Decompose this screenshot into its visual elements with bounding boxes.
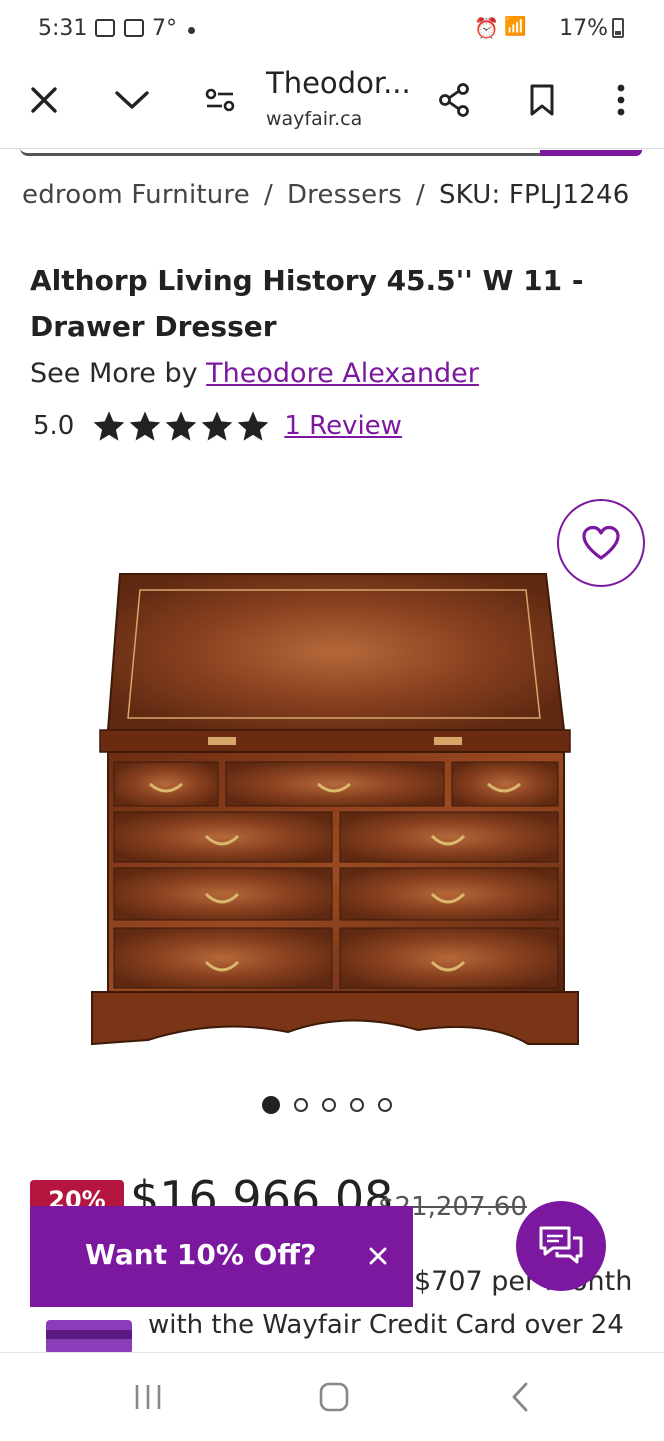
share-icon (439, 83, 469, 117)
back-button[interactable] (470, 1353, 570, 1441)
gallery-dot[interactable] (350, 1098, 364, 1112)
heart-icon (582, 525, 620, 560)
minimize-button[interactable] (102, 60, 162, 140)
bookmark-button[interactable] (512, 60, 572, 140)
see-more-by: See More by Theodore Alexander (30, 358, 479, 389)
recents-icon (135, 1385, 161, 1409)
search-button-edge (540, 150, 642, 156)
status-time: 5:31 (38, 16, 88, 41)
star-icon (94, 411, 125, 441)
share-button[interactable] (424, 60, 484, 140)
home-button[interactable] (284, 1353, 384, 1441)
more-icon (617, 84, 625, 116)
rating-value: 5.0 (33, 411, 75, 441)
star-icon (202, 411, 233, 441)
star-icon (238, 411, 269, 441)
close-tab-button[interactable] (14, 60, 74, 140)
alarm-icon: ⏰ (474, 16, 499, 40)
breadcrumb-separator: / (263, 180, 273, 210)
site-settings-button[interactable] (190, 60, 250, 140)
recents-button[interactable] (98, 1353, 198, 1441)
page-title: Theodor... (266, 66, 411, 100)
wifi-icon: 📶 (504, 16, 527, 37)
star-icon (130, 411, 161, 441)
breadcrumb-separator: / (416, 180, 425, 210)
gallery-dot[interactable] (294, 1098, 308, 1112)
browser-toolbar: Theodor... wayfair.ca (0, 60, 664, 149)
gallery-dot[interactable] (378, 1098, 392, 1112)
gallery-dot[interactable] (322, 1098, 336, 1112)
more-options-button[interactable] (591, 60, 651, 140)
battery-icon (612, 18, 624, 38)
calendar-notification-icon (124, 19, 144, 37)
rating-row: 5.0 1 Review (33, 410, 402, 442)
close-icon (31, 87, 57, 113)
breadcrumb-bedroom-furniture[interactable]: edroom Furniture (22, 180, 250, 210)
back-icon (512, 1382, 528, 1412)
see-more-prefix: See More by (30, 358, 198, 389)
status-bar: 5:31 7° ⏰ 📶 17% (0, 0, 664, 60)
gallery-dot[interactable] (262, 1096, 280, 1114)
more-notifications-dot (188, 27, 195, 34)
product-title: Althorp Living History 45.5'' W 11 - Dra… (30, 264, 584, 343)
breadcrumb: edroom Furniture / Dressers / SKU: FPLJ1246 (22, 180, 629, 210)
credit-card-text: with the Wayfair Credit Card over 24 (148, 1310, 624, 1340)
product-image[interactable] (88, 570, 582, 1048)
gallery-pagination (262, 1096, 392, 1114)
chat-icon (539, 1226, 583, 1264)
brand-link[interactable]: Theodore Alexander (206, 358, 479, 389)
reviews-link[interactable]: 1 Review (284, 411, 402, 441)
page-url[interactable]: wayfair.ca (266, 108, 362, 130)
system-nav-bar (0, 1352, 664, 1441)
star-rating (92, 410, 270, 442)
chevron-down-icon (115, 91, 149, 109)
sale-price: $16,966.08 (130, 1171, 394, 1208)
promo-banner-text[interactable]: Want 10% Off? (85, 1238, 316, 1271)
breadcrumb-sku: SKU: FPLJ1246 (438, 180, 630, 210)
promo-close-button[interactable] (364, 1242, 392, 1270)
status-temperature: 7° (152, 16, 177, 41)
chat-button[interactable] (516, 1201, 606, 1291)
home-icon (319, 1382, 349, 1412)
breadcrumb-dressers[interactable]: Dressers (287, 180, 402, 210)
tune-icon (205, 88, 235, 112)
star-icon (166, 411, 197, 441)
promo-banner[interactable]: Want 10% Off? (30, 1206, 413, 1307)
close-icon (369, 1247, 387, 1265)
gallery-notification-icon (95, 19, 115, 37)
battery-percent: 17% (559, 16, 608, 41)
credit-card-image (46, 1320, 132, 1354)
bookmark-icon (530, 84, 554, 116)
